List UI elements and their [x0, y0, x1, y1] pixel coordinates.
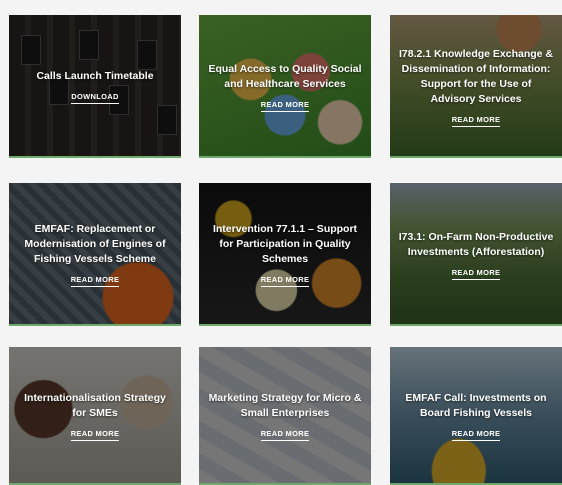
card-internationalisation[interactable]: Internationalisation Strategy for SMEs R… [9, 347, 181, 485]
card-title: Calls Launch Timetable [36, 70, 154, 82]
card-title: Internationalisation Strategy for SMEs [24, 392, 166, 419]
read-more-link[interactable]: READ MORE [260, 429, 310, 441]
card-quality-schemes[interactable]: Intervention 77.1.1 – Support for Partic… [199, 183, 371, 326]
card-emfaf-investments[interactable]: EMFAF Call: Investments on Board Fishing… [390, 347, 562, 485]
card-title: Equal Access to Quality Social and Healt… [208, 62, 362, 90]
read-more-link[interactable]: READ MORE [260, 275, 310, 287]
card-afforestation[interactable]: I73.1: On-Farm Non-Productive Investment… [390, 183, 562, 326]
card-equal-access[interactable]: Equal Access to Quality Social and Healt… [199, 15, 371, 158]
card-title: I78.2.1 Knowledge Exchange & Disseminati… [398, 47, 554, 105]
read-more-link[interactable]: READ MORE [260, 100, 310, 112]
read-more-link[interactable]: READ MORE [451, 429, 501, 441]
card-title: Intervention 77.1.1 – Support for Partic… [212, 223, 358, 265]
download-link[interactable]: DOWNLOAD [71, 92, 119, 104]
read-more-link[interactable]: READ MORE [451, 268, 501, 280]
read-more-link[interactable]: READ MORE [451, 115, 501, 127]
card-emfaf-engines[interactable]: EMFAF: Replacement or Modernisation of E… [9, 183, 181, 326]
read-more-link[interactable]: READ MORE [70, 429, 120, 441]
card-title: I73.1: On-Farm Non-Productive Investment… [398, 230, 554, 258]
card-title: EMFAF: Replacement or Modernisation of E… [24, 223, 166, 265]
card-calls-launch-timetable[interactable]: Calls Launch Timetable DOWNLOAD [9, 15, 181, 158]
card-title: Marketing Strategy for Micro & Small Ent… [208, 392, 362, 419]
card-knowledge-exchange[interactable]: I78.2.1 Knowledge Exchange & Disseminati… [390, 15, 562, 158]
card-marketing-strategy[interactable]: Marketing Strategy for Micro & Small Ent… [199, 347, 371, 485]
cards-grid: Calls Launch Timetable DOWNLOAD Equal Ac… [0, 0, 562, 485]
read-more-link[interactable]: READ MORE [70, 275, 120, 287]
card-title: EMFAF Call: Investments on Board Fishing… [405, 392, 547, 419]
